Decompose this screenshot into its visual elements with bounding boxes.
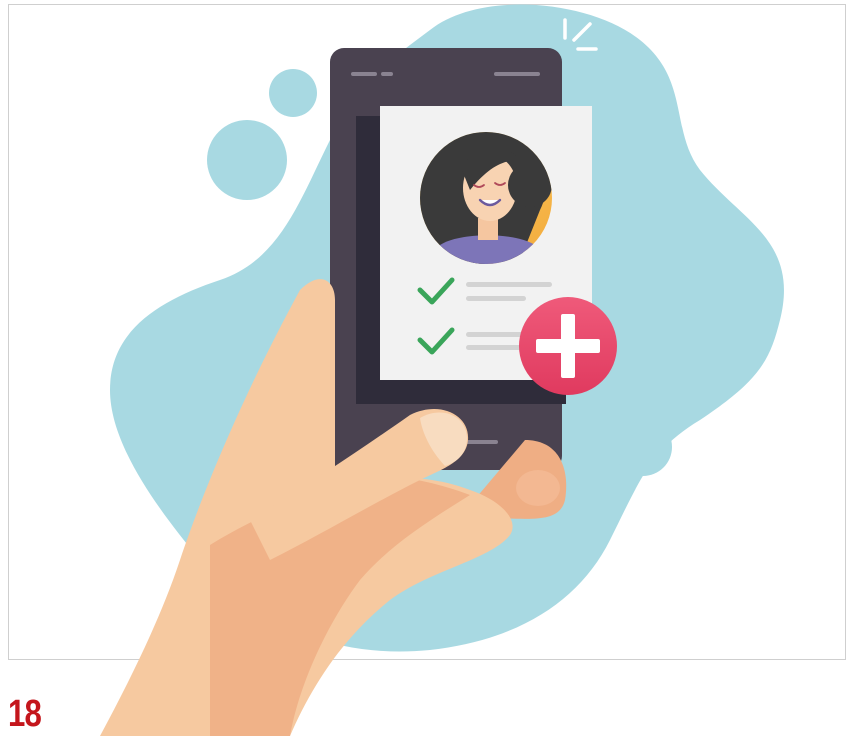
decor-circle-large [207,120,287,200]
decor-circle-small [269,69,317,117]
phone-profile-illustration [100,4,784,736]
list-line [466,282,552,287]
add-profile-badge [519,297,617,395]
list-line [466,345,526,350]
list-line [466,296,526,301]
page-number: 18 [8,693,42,735]
list-line [466,332,526,337]
decor-circle-right [614,418,672,476]
